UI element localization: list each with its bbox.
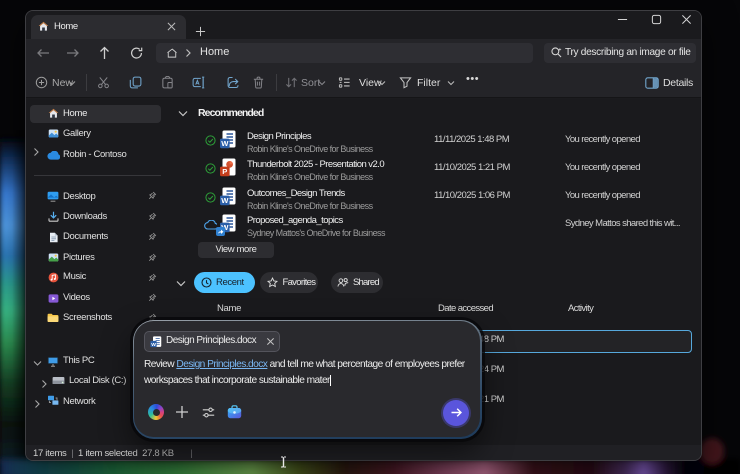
svg-text:W: W [151, 341, 156, 347]
svg-text:W: W [221, 139, 229, 148]
svg-text:P: P [222, 167, 227, 176]
svg-text:W: W [221, 196, 229, 205]
